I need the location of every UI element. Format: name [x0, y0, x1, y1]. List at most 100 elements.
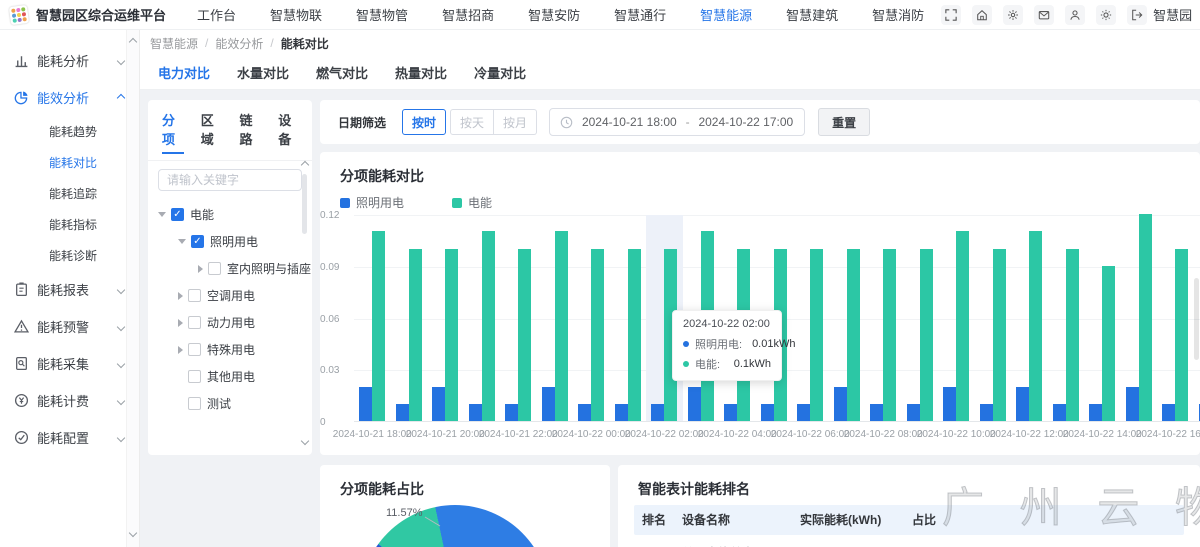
caret-down-icon[interactable]	[158, 212, 166, 217]
tree-node-测试[interactable]: 测试	[148, 390, 312, 417]
nav-item-智慧能源[interactable]: 智慧能源	[683, 0, 769, 29]
bar-电能[interactable]	[1029, 231, 1042, 421]
checkbox[interactable]	[188, 370, 201, 383]
sidebar-item-能耗计费[interactable]: 能耗计费	[0, 382, 139, 419]
tenant-label[interactable]: 智慧园	[1153, 5, 1192, 24]
caret-right-icon[interactable]	[178, 319, 183, 327]
nav-item-智慧建筑[interactable]: 智慧建筑	[769, 0, 855, 29]
mode-button-按月[interactable]: 按月	[494, 109, 537, 135]
sidebar-item-能耗采集[interactable]: 能耗采集	[0, 345, 139, 382]
mode-button-按时[interactable]: 按时	[402, 109, 446, 135]
bar-电能[interactable]	[1175, 249, 1188, 422]
bar-照明用电[interactable]	[505, 404, 518, 421]
sidebar-item-能耗配置[interactable]: 能耗配置	[0, 419, 139, 456]
bar-电能[interactable]	[518, 249, 531, 422]
legend-item-电能[interactable]: 电能	[452, 194, 492, 211]
page-scrollbar-thumb[interactable]	[1194, 278, 1199, 360]
bar-照明用电[interactable]	[1089, 404, 1102, 421]
bar-照明用电[interactable]	[1053, 404, 1066, 421]
bar-照明用电[interactable]	[761, 404, 774, 421]
breadcrumb-item[interactable]: 智慧能源	[150, 35, 198, 52]
caret-down-icon[interactable]	[178, 239, 186, 244]
sidebar-subitem-能耗诊断[interactable]: 能耗诊断	[0, 240, 139, 271]
scrollbar-thumb[interactable]	[302, 174, 307, 234]
bar-照明用电[interactable]	[396, 404, 409, 421]
nav-item-智慧物联[interactable]: 智慧物联	[253, 0, 339, 29]
sidebar-item-能耗分析[interactable]: 能耗分析	[0, 42, 139, 79]
checkbox[interactable]	[208, 262, 221, 275]
tab-冷量对比[interactable]: 冷量对比	[474, 63, 526, 82]
bar-照明用电[interactable]	[578, 404, 591, 421]
checkbox[interactable]	[188, 289, 201, 302]
bar-照明用电[interactable]	[943, 387, 956, 422]
bar-电能[interactable]	[883, 249, 896, 422]
bar-照明用电[interactable]	[1016, 387, 1029, 422]
bar-照明用电[interactable]	[651, 404, 664, 421]
tree-scrollbar[interactable]	[299, 160, 310, 448]
sidebar-subitem-能耗指标[interactable]: 能耗指标	[0, 209, 139, 240]
nav-item-工作台[interactable]: 工作台	[180, 0, 253, 29]
bar-照明用电[interactable]	[432, 387, 445, 422]
bar-电能[interactable]	[409, 249, 422, 422]
tree-node-电能[interactable]: ✓电能	[148, 201, 312, 228]
brightness-icon[interactable]	[1096, 5, 1116, 25]
scroll-up-icon[interactable]	[301, 161, 309, 169]
sidebar-item-能耗报表[interactable]: 能耗报表	[0, 271, 139, 308]
legend-item-照明用电[interactable]: 照明用电	[340, 194, 404, 211]
tree-tab-区域[interactable]: 区域	[201, 110, 223, 152]
tree-node-其他用电[interactable]: 其他用电	[148, 363, 312, 390]
nav-item-智慧安防[interactable]: 智慧安防	[511, 0, 597, 29]
nav-item-智慧物管[interactable]: 智慧物管	[339, 0, 425, 29]
bar-照明用电[interactable]	[980, 404, 993, 421]
tab-燃气对比[interactable]: 燃气对比	[316, 63, 368, 82]
gear-icon[interactable]	[1003, 5, 1023, 25]
tree-node-动力用电[interactable]: 动力用电	[148, 309, 312, 336]
tree-node-空调用电[interactable]: 空调用电	[148, 282, 312, 309]
bar-电能[interactable]	[1139, 214, 1152, 421]
exit-icon[interactable]	[1127, 5, 1147, 25]
tree-tab-分项[interactable]: 分项	[162, 110, 184, 154]
range-end[interactable]: 2024-10-22 17:00	[698, 115, 795, 129]
sidebar-item-能效分析[interactable]: 能效分析	[0, 79, 139, 116]
tree-tab-设备[interactable]: 设备	[278, 110, 300, 152]
tree-tab-链路[interactable]: 链路	[240, 110, 262, 152]
reset-button[interactable]: 重置	[818, 108, 870, 136]
checkbox[interactable]	[188, 316, 201, 329]
bar-电能[interactable]	[956, 231, 969, 421]
sidebar-item-能耗预警[interactable]: 能耗预警	[0, 308, 139, 345]
bar-电能[interactable]	[920, 249, 933, 422]
bar-电能[interactable]	[591, 249, 604, 422]
bar-照明用电[interactable]	[469, 404, 482, 421]
bar-照明用电[interactable]	[359, 387, 372, 422]
checkbox[interactable]: ✓	[171, 208, 184, 221]
tab-水量对比[interactable]: 水量对比	[237, 63, 289, 82]
checkbox[interactable]: ✓	[191, 235, 204, 248]
nav-item-智慧消防[interactable]: 智慧消防	[855, 0, 941, 29]
bar-照明用电[interactable]	[797, 404, 810, 421]
tree-node-照明用电[interactable]: ✓照明用电	[148, 228, 312, 255]
nav-item-智慧招商[interactable]: 智慧招商	[425, 0, 511, 29]
nav-item-智慧通行[interactable]: 智慧通行	[597, 0, 683, 29]
tab-电力对比[interactable]: 电力对比	[158, 63, 210, 82]
bar-电能[interactable]	[628, 249, 641, 422]
sidebar-subitem-能耗对比[interactable]: 能耗对比	[0, 147, 139, 178]
breadcrumb-item[interactable]: 能效分析	[215, 35, 263, 52]
sidebar-scrollbar[interactable]	[126, 30, 139, 547]
caret-right-icon[interactable]	[178, 292, 183, 300]
bar-电能[interactable]	[993, 249, 1006, 422]
bar-照明用电[interactable]	[688, 387, 701, 422]
mail-icon[interactable]	[1034, 5, 1054, 25]
fullscreen-icon[interactable]	[941, 5, 961, 25]
bar-电能[interactable]	[847, 249, 860, 422]
bar-电能[interactable]	[1066, 249, 1079, 422]
caret-right-icon[interactable]	[198, 265, 203, 273]
bar-电能[interactable]	[555, 231, 568, 421]
bar-照明用电[interactable]	[724, 404, 737, 421]
tree-node-室内照明与插座[interactable]: 室内照明与插座	[148, 255, 312, 282]
bar-照明用电[interactable]	[1162, 404, 1175, 421]
scroll-down-icon[interactable]	[129, 529, 137, 537]
bar-照明用电[interactable]	[615, 404, 628, 421]
bar-电能[interactable]	[810, 249, 823, 422]
scroll-down-icon[interactable]	[301, 437, 309, 445]
bar-电能[interactable]	[445, 249, 458, 422]
